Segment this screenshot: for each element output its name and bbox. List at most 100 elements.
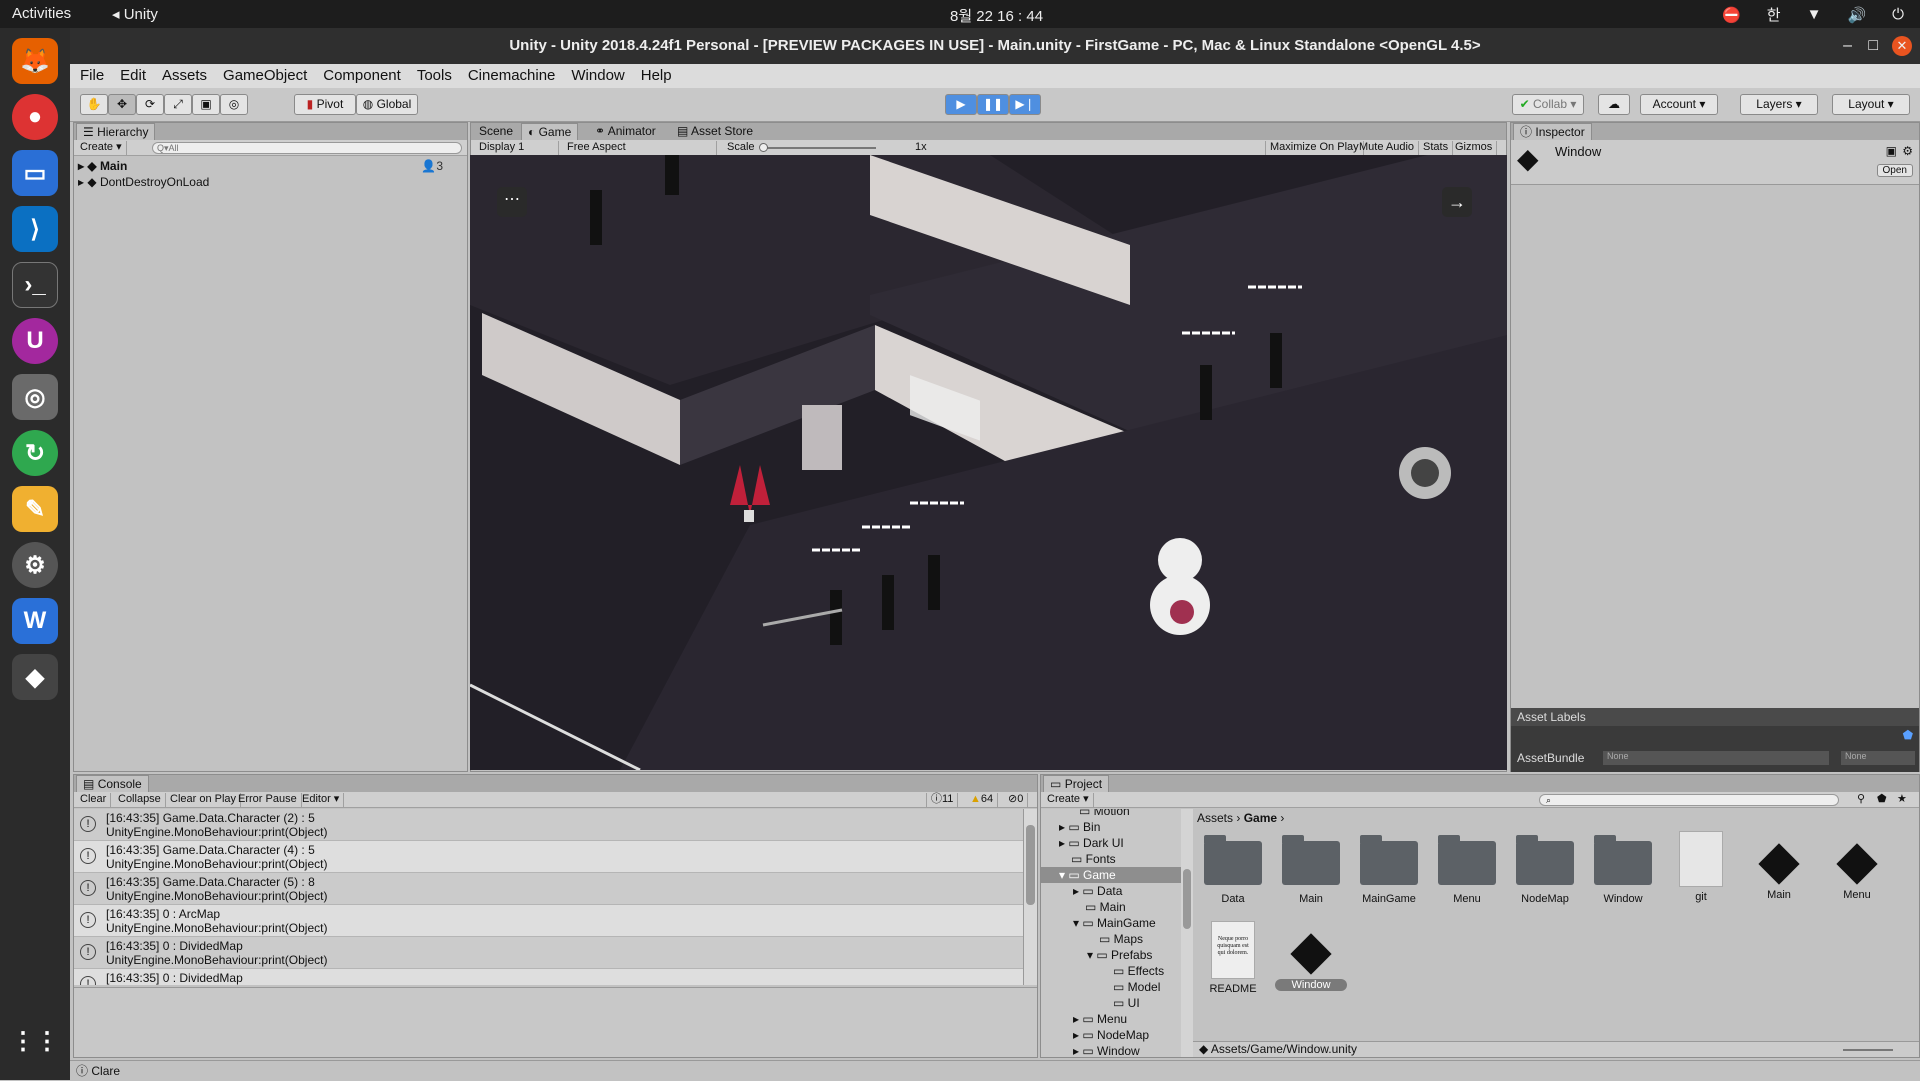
hierarchy-search-input[interactable] <box>152 142 462 154</box>
window-title-bar[interactable]: Unity - Unity 2018.4.24f1 Personal - [PR… <box>70 28 1920 64</box>
menu-window[interactable]: Window <box>571 64 624 88</box>
layout-dropdown[interactable]: Layout ▾ <box>1832 94 1910 115</box>
icon-size-slider[interactable] <box>1843 1049 1893 1051</box>
asset-folder[interactable]: Data <box>1197 831 1269 905</box>
project-tree-scrollbar-thumb[interactable] <box>1183 869 1191 929</box>
play-button[interactable]: ▶ <box>945 94 977 115</box>
info-count-toggle[interactable]: ⓘ11 <box>926 793 959 807</box>
stats-toggle[interactable]: Stats <box>1419 141 1454 155</box>
settings-icon[interactable]: ⚙ <box>12 542 58 588</box>
active-app-label[interactable]: ◂ Unity <box>112 5 158 23</box>
folder-item[interactable]: ▾ ▭ Prefabs <box>1041 947 1181 963</box>
drawing-icon[interactable]: ✎ <box>12 486 58 532</box>
breadcrumb-game[interactable]: Game <box>1244 811 1277 825</box>
hierarchy-create-button[interactable]: Create ▾ <box>76 141 127 155</box>
asset-file[interactable]: git <box>1665 831 1737 903</box>
asset-scene-selected[interactable]: ◆ Window <box>1275 921 1347 991</box>
asset-scene[interactable]: ◆ Main <box>1743 831 1815 901</box>
unity-editor-icon[interactable]: ◆ <box>12 654 58 700</box>
asset-scene[interactable]: ◆ Menu <box>1821 831 1893 901</box>
transform-tool-icon[interactable]: ◎ <box>220 94 248 115</box>
assetbundle-dropdown[interactable]: None <box>1603 751 1829 765</box>
hand-tool-icon[interactable]: ✋ <box>80 94 108 115</box>
activities-button[interactable]: Activities <box>12 5 71 22</box>
tab-project[interactable]: ▭ Project <box>1043 775 1110 792</box>
aspect-dropdown[interactable]: Free Aspect <box>563 141 717 155</box>
tab-inspector[interactable]: ⓘ Inspector <box>1513 123 1592 140</box>
asset-folder[interactable]: NodeMap <box>1509 831 1581 905</box>
menu-component[interactable]: Component <box>323 64 401 88</box>
chrome-icon[interactable]: ● <box>12 94 58 140</box>
folder-item[interactable]: ▸ ▭ Menu <box>1041 1011 1181 1027</box>
assetbundle-variant-dropdown[interactable]: None <box>1841 751 1915 765</box>
open-button[interactable]: Open <box>1876 164 1913 177</box>
pivot-toggle[interactable]: ▮ Pivot <box>294 94 356 115</box>
tab-console[interactable]: ▤ Console <box>76 775 149 792</box>
scene-row-main[interactable]: ▸ ◆ Main 👤3 <box>78 158 463 174</box>
tab-asset-store[interactable]: ▤ Asset Store <box>671 123 759 140</box>
collab-dropdown[interactable]: ✔ Collab ▾ <box>1512 94 1584 115</box>
rotate-tool-icon[interactable]: ⟳ <box>136 94 164 115</box>
system-tray[interactable]: ⛔ 한 ▼ 🔊 ⏻ <box>1722 4 1904 25</box>
layers-dropdown[interactable]: Layers ▾ <box>1740 94 1818 115</box>
folder-item[interactable]: ▭ Main <box>1041 899 1181 915</box>
menu-cinemachine[interactable]: Cinemachine <box>468 64 556 88</box>
folder-item-selected[interactable]: ▾ ▭ Game <box>1041 867 1181 883</box>
folder-item[interactable]: ▭ Fonts <box>1041 851 1181 867</box>
step-button[interactable]: ▶❘ <box>1009 94 1041 115</box>
console-scrollbar-thumb[interactable] <box>1026 825 1035 905</box>
game-view-render[interactable]: ⋯ → <box>470 155 1507 770</box>
log-row[interactable]: ! [16:43:35] Game.Data.Character (2) : 5U… <box>74 809 1023 841</box>
project-tree-scrollbar[interactable] <box>1181 809 1193 1057</box>
menu-gameobject[interactable]: GameObject <box>223 64 307 88</box>
next-arrow-icon[interactable]: → <box>1442 187 1472 217</box>
maximize-on-play-toggle[interactable]: Maximize On Play <box>1265 141 1364 155</box>
help-icon[interactable]: ▣ <box>1886 144 1897 158</box>
writer-icon[interactable]: W <box>12 598 58 644</box>
power-icon[interactable]: ⏻ <box>1892 6 1904 23</box>
menu-edit[interactable]: Edit <box>120 64 146 88</box>
input-method-label[interactable]: 한 <box>1767 4 1781 25</box>
tab-scene[interactable]: Scene <box>473 123 519 140</box>
mute-audio-toggle[interactable]: Mute Audio <box>1355 141 1420 155</box>
folder-item[interactable]: ▸ ▭ Bin <box>1041 819 1181 835</box>
filter-label-icon[interactable]: ⬟ <box>1877 792 1887 805</box>
asset-folder[interactable]: Window <box>1587 831 1659 905</box>
tab-hierarchy[interactable]: ☰ Hierarchy <box>76 123 156 140</box>
breadcrumb-assets[interactable]: Assets <box>1197 811 1233 825</box>
log-row[interactable]: ! [16:43:35] 0 : ArcMap UnityEngine.MonoBe… <box>74 905 1023 937</box>
log-row[interactable]: ! [16:43:35] Game.Data.Character (4) : 5U… <box>74 841 1023 873</box>
menu-help[interactable]: Help <box>641 64 672 88</box>
folder-item[interactable]: ▾ ▭ MainGame <box>1041 915 1181 931</box>
close-icon[interactable]: ✕ <box>1892 36 1912 56</box>
cloud-icon[interactable]: ☁ <box>1598 94 1630 115</box>
project-search-input[interactable]: ⌕ <box>1539 794 1839 806</box>
filter-type-icon[interactable]: ⚲ <box>1857 792 1865 805</box>
minimize-icon[interactable]: – <box>1843 28 1852 64</box>
menu-assets[interactable]: Assets <box>162 64 207 88</box>
menu-tools[interactable]: Tools <box>417 64 452 88</box>
folder-item[interactable]: ▭ UI <box>1041 995 1181 1011</box>
console-error-pause-button[interactable]: Error Pause <box>234 793 302 807</box>
project-create-button[interactable]: Create ▾ <box>1043 793 1094 807</box>
folder-item[interactable]: ▸ ▭ NodeMap <box>1041 1027 1181 1043</box>
show-applications-icon[interactable]: ⋮⋮ <box>11 1018 59 1064</box>
account-dropdown[interactable]: Account ▾ <box>1640 94 1718 115</box>
volume-icon[interactable]: 🔊 <box>1847 6 1866 24</box>
favorite-icon[interactable]: ★ <box>1897 792 1907 805</box>
scale-tool-icon[interactable]: ⤢ <box>164 94 192 115</box>
log-row[interactable]: ! [16:43:35] Game.Data.Character (5) : 8U… <box>74 873 1023 905</box>
do-not-disturb-icon[interactable]: ⛔ <box>1722 6 1741 24</box>
update-icon[interactable]: ↻ <box>12 430 58 476</box>
console-clear-button[interactable]: Clear <box>76 793 112 807</box>
terminal-icon[interactable]: ›_ <box>12 262 58 308</box>
maximize-icon[interactable]: □ <box>1868 28 1878 64</box>
gizmos-dropdown[interactable]: Gizmos <box>1451 141 1498 155</box>
clock[interactable]: 8월 22 16 : 44 <box>950 5 1043 26</box>
display-dropdown[interactable]: Display 1 <box>475 141 559 155</box>
asset-folder[interactable]: MainGame <box>1353 831 1425 905</box>
warning-count-toggle[interactable]: ▲64 <box>966 793 999 807</box>
folder-item[interactable]: ▭ Effects <box>1041 963 1181 979</box>
log-row[interactable]: ! [16:43:35] 0 : DividedMap UnityEngine.Mo… <box>74 937 1023 969</box>
pause-button[interactable]: ❚❚ <box>977 94 1009 115</box>
